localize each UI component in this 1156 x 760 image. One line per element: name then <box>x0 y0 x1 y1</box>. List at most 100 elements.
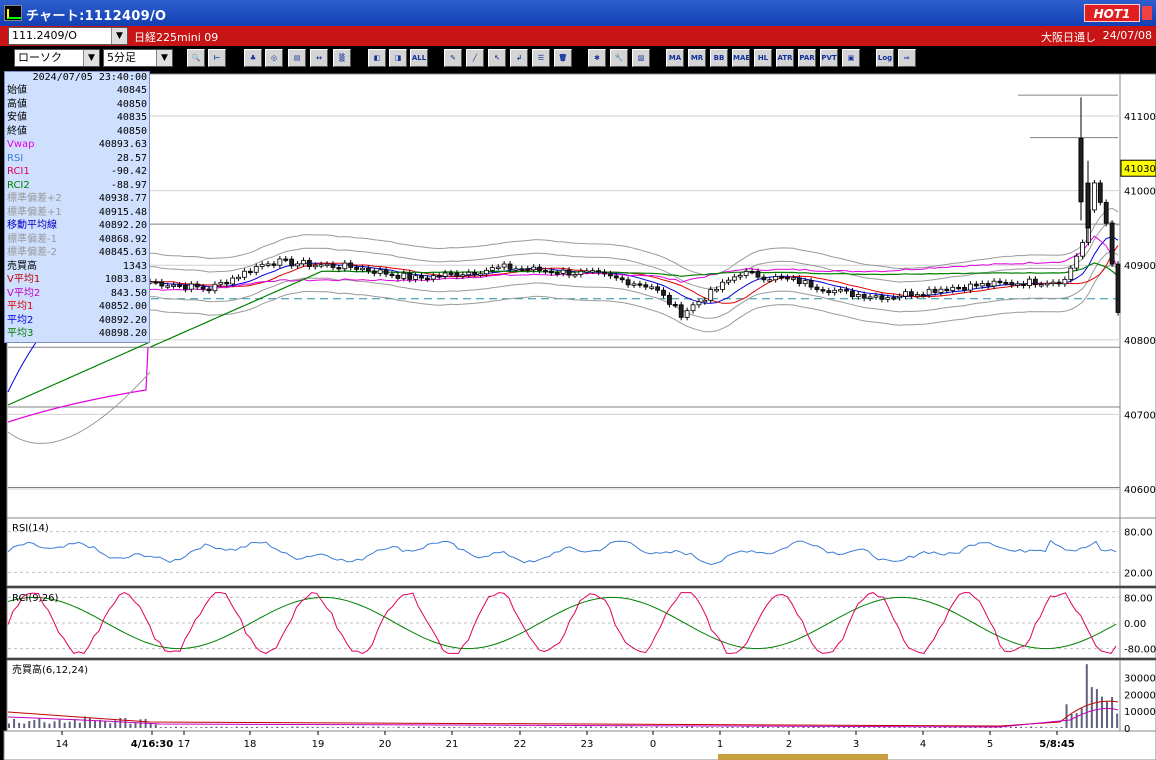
arrow-icon[interactable]: ↲ <box>510 49 528 67</box>
bar-prev-icon[interactable]: ◧ <box>368 49 386 67</box>
volume-bar <box>129 723 132 728</box>
candle-body <box>637 283 643 286</box>
wrench-icon[interactable]: 🔧 <box>610 49 628 67</box>
line-draw-icon[interactable]: ╱ <box>466 49 484 67</box>
volume-bar <box>478 727 481 728</box>
pvt-indicator-icon[interactable]: PVT <box>820 49 838 67</box>
volume-bar <box>554 727 557 728</box>
volume-bar <box>777 726 780 728</box>
volume-bar <box>372 726 375 728</box>
chevron-down-icon[interactable]: ▼ <box>83 50 99 66</box>
volume-bar <box>797 727 800 728</box>
candle-body <box>743 270 749 276</box>
volume-bar <box>549 727 552 728</box>
volume-bar <box>827 727 830 728</box>
candle-body <box>920 294 926 297</box>
candle-body <box>277 258 283 266</box>
volume-panel-title: 売買高(6,12,24) <box>12 663 88 676</box>
rci-panel[interactable] <box>6 587 1121 659</box>
chevron-down-icon[interactable]: ▼ <box>111 28 127 44</box>
symbol-value: 111.2409/O <box>12 29 77 42</box>
candle-body <box>832 289 838 294</box>
window-icon[interactable]: ▣ <box>842 49 860 67</box>
volume-bar <box>357 726 360 728</box>
volume-bar <box>701 727 704 728</box>
candle-body <box>761 276 767 281</box>
pen-icon[interactable]: ✎ <box>444 49 462 67</box>
candle-body <box>1056 281 1062 285</box>
hl-indicator-icon[interactable]: HL <box>754 49 772 67</box>
time-tick-label: 1 <box>717 739 723 750</box>
cursor-icon[interactable]: ↖ <box>488 49 506 67</box>
price-panel[interactable] <box>6 73 1121 519</box>
candle-body <box>501 263 507 268</box>
data-row-value: 843.50 <box>110 287 147 299</box>
chart-icon[interactable]: ▤ <box>288 49 306 67</box>
candle-body <box>183 284 188 290</box>
bb-indicator-icon[interactable]: BB <box>710 49 728 67</box>
candle-body <box>820 289 826 292</box>
chevron-down-icon[interactable]: ▼ <box>156 50 172 66</box>
volume-bar <box>594 727 597 728</box>
rci-tick-label: 0.00 <box>1124 619 1146 630</box>
mae-indicator-icon[interactable]: MAE <box>732 49 750 67</box>
hot-scroll-icon[interactable] <box>1142 6 1152 20</box>
volume-bar <box>306 726 309 728</box>
candle-body <box>749 270 755 274</box>
candle-body <box>236 276 241 280</box>
chart-canvas[interactable]: RSI(14) 80.00 20.00 RCI(9,26) 80.00 0.00 -80.… <box>0 72 1156 760</box>
candle-body <box>1044 282 1050 286</box>
compare-icon[interactable]: ↔ <box>310 49 328 67</box>
volume-bar <box>266 726 269 728</box>
candle-body <box>755 271 761 278</box>
data-row-value: 40938.77 <box>98 193 147 204</box>
volume-bar <box>276 726 279 728</box>
volume-bar <box>807 727 810 728</box>
candle-body <box>212 283 218 292</box>
volume-bar <box>68 721 71 728</box>
volume-bar <box>751 727 754 728</box>
ruler-icon[interactable]: ⊢ <box>208 49 226 67</box>
disabled-icon[interactable]: ▒ <box>333 49 351 67</box>
atr-indicator-icon[interactable]: ATR <box>776 49 794 67</box>
mr-indicator-icon[interactable]: MR <box>688 49 706 67</box>
scroll-thumb[interactable] <box>718 754 888 760</box>
trash-icon[interactable]: 🗑 <box>554 49 572 67</box>
parabolic-indicator-icon[interactable]: PAR <box>798 49 816 67</box>
all-icon[interactable]: ALL <box>410 49 428 67</box>
log-icon[interactable]: Log <box>876 49 894 67</box>
color-icon[interactable]: ▨ <box>632 49 650 67</box>
volume-bar <box>18 722 21 728</box>
time-tick-label: 18 <box>244 739 257 750</box>
candle-body <box>466 271 472 276</box>
chart-type-select[interactable]: ローソク ▼ <box>14 49 100 67</box>
volume-bar <box>235 726 238 728</box>
volume-bar <box>741 726 744 728</box>
volume-bar <box>417 726 420 728</box>
rsi-panel[interactable] <box>6 517 1121 587</box>
zoom-icon[interactable]: ◎ <box>265 49 283 67</box>
volume-bar <box>104 721 107 728</box>
candle-icon[interactable]: ♣ <box>244 49 262 67</box>
candle-body <box>1103 201 1109 224</box>
interval-select[interactable]: 5分足 ▼ <box>103 49 173 67</box>
candle-body <box>265 263 271 266</box>
export-icon[interactable]: ⇨ <box>898 49 916 67</box>
ma-indicator-icon[interactable]: MA <box>666 49 684 67</box>
volume-panel[interactable] <box>6 659 1121 732</box>
volume-bar <box>1090 687 1093 728</box>
search-icon[interactable]: 🔍 <box>187 49 205 67</box>
volume-bar <box>311 727 314 728</box>
chart-area[interactable]: RSI(14) 80.00 20.00 RCI(9,26) 80.00 0.00 -80.… <box>0 72 1156 760</box>
rsi-panel-title: RSI(14) <box>12 523 49 534</box>
bar-next-icon[interactable]: ◨ <box>389 49 407 67</box>
candle-body <box>708 289 714 301</box>
data-window[interactable]: 2024/07/05 23:40:00 始値 40845 高値 40850 安値 4083… <box>4 71 150 343</box>
candle-body <box>790 277 796 280</box>
data-row: 安値 40835 <box>5 111 149 125</box>
memo-icon[interactable]: ☰ <box>532 49 550 67</box>
volume-bar <box>660 727 663 728</box>
settings-icon[interactable]: ✱ <box>588 49 606 67</box>
hot-button[interactable]: HOT1 <box>1084 4 1140 22</box>
symbol-select[interactable]: 111.2409/O ▼ <box>8 27 128 45</box>
